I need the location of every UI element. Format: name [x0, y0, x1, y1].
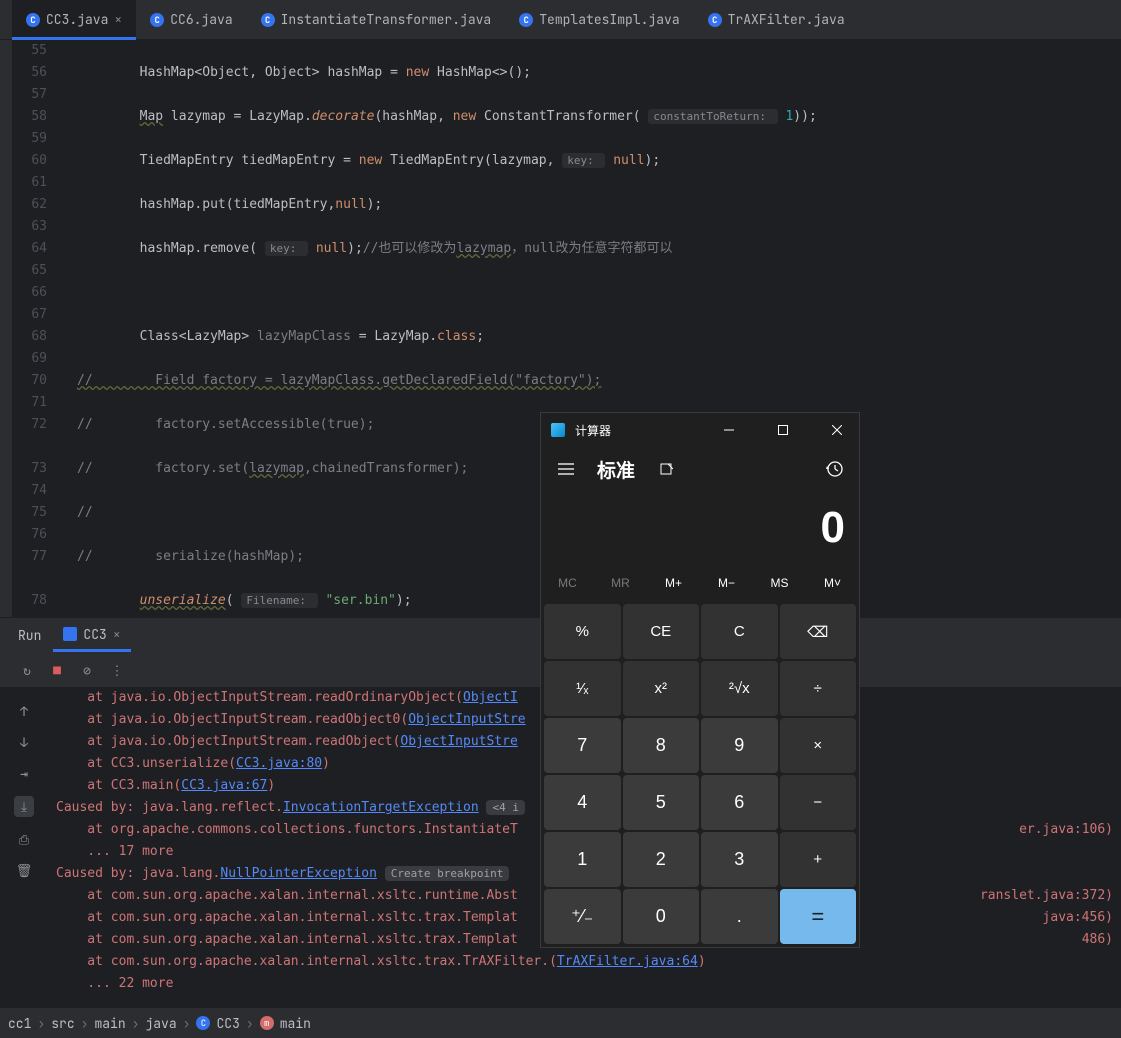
down-icon[interactable]: ↓: [14, 734, 34, 751]
calculator-mode-label: 标准: [597, 456, 635, 483]
java-class-icon: C: [708, 13, 722, 27]
calculator-app-icon: [551, 423, 565, 437]
key-4[interactable]: 4: [544, 775, 621, 830]
key-3[interactable]: 3: [701, 832, 778, 887]
java-class-icon: C: [150, 13, 164, 27]
key-1[interactable]: 1: [544, 832, 621, 887]
breadcrumb-item[interactable]: src: [51, 1015, 74, 1032]
tab-cc3[interactable]: C CC3.java ×: [12, 0, 136, 40]
calculator-memory-bar: MCMRM+M−MSM˅: [541, 565, 859, 601]
calculator-keypad: %CEC⌫ ¹⁄ₓx²²√x÷ 789× 456− 123+ ⁺⁄₋0.=: [541, 601, 859, 947]
up-icon[interactable]: ↑: [14, 703, 34, 720]
soft-wrap-icon[interactable]: ⇥: [14, 765, 34, 782]
key-+[interactable]: +: [780, 832, 857, 887]
run-tab-label: CC3: [83, 626, 106, 643]
console-side-toolbar: ↑ ↓ ⇥ ⤓ ⎙ 🗑: [0, 687, 48, 1007]
calculator-window[interactable]: 计算器 标准 0 MCMRM+M−MSM˅ %CEC⌫ ¹⁄ₓx²²√x÷ 789×…: [540, 412, 860, 948]
close-button[interactable]: [815, 413, 859, 447]
java-class-icon: C: [196, 1016, 210, 1030]
minimize-button[interactable]: [707, 413, 751, 447]
calculator-mode-bar: 标准: [541, 447, 859, 491]
tab-label: CC6.java: [170, 11, 232, 28]
history-icon[interactable]: [817, 460, 851, 478]
trash-icon[interactable]: 🗑: [14, 862, 34, 879]
breadcrumb: cc1› src› main› java› C CC3› m main: [0, 1007, 1121, 1038]
key-⁺⁄₋[interactable]: ⁺⁄₋: [544, 889, 621, 944]
key-⌫[interactable]: ⌫: [780, 604, 857, 659]
close-icon[interactable]: ×: [114, 11, 122, 28]
key-2[interactable]: 2: [623, 832, 700, 887]
editor-tabs: C CC3.java × C CC6.java C InstantiateTra…: [0, 0, 1121, 40]
run-label: Run: [18, 627, 41, 644]
key-CE[interactable]: CE: [623, 604, 700, 659]
stop-icon[interactable]: ■: [48, 661, 66, 679]
memory-m˅[interactable]: M˅: [806, 565, 859, 601]
key-9[interactable]: 9: [701, 718, 778, 773]
scroll-end-icon[interactable]: ⤓: [14, 796, 34, 817]
print-icon[interactable]: ⎙: [14, 831, 34, 848]
key-7[interactable]: 7: [544, 718, 621, 773]
key-C[interactable]: C: [701, 604, 778, 659]
tab-traxfilter[interactable]: C TrAXFilter.java: [694, 0, 859, 40]
tab-templatesimpl[interactable]: C TemplatesImpl.java: [505, 0, 693, 40]
calculator-display: 0: [541, 491, 859, 565]
memory-m−[interactable]: M−: [700, 565, 753, 601]
tab-label: TemplatesImpl.java: [539, 11, 679, 28]
memory-m+[interactable]: M+: [647, 565, 700, 601]
java-class-icon: C: [261, 13, 275, 27]
java-class-icon: C: [519, 13, 533, 27]
key-=[interactable]: =: [780, 889, 857, 944]
run-tab-cc3[interactable]: CC3 ×: [53, 620, 130, 652]
memory-ms[interactable]: MS: [753, 565, 806, 601]
key-8[interactable]: 8: [623, 718, 700, 773]
breadcrumb-item[interactable]: cc1: [8, 1015, 31, 1032]
tab-label: InstantiateTransformer.java: [281, 11, 492, 28]
key-÷[interactable]: ÷: [780, 661, 857, 716]
breadcrumb-item[interactable]: java: [145, 1015, 176, 1032]
tab-cc6[interactable]: C CC6.java: [136, 0, 246, 40]
key-0[interactable]: 0: [623, 889, 700, 944]
key-×[interactable]: ×: [780, 718, 857, 773]
memory-mc[interactable]: MC: [541, 565, 594, 601]
memory-mr[interactable]: MR: [594, 565, 647, 601]
key-x²[interactable]: x²: [623, 661, 700, 716]
key-6[interactable]: 6: [701, 775, 778, 830]
calculator-titlebar[interactable]: 计算器: [541, 413, 859, 447]
key-¹⁄ₓ[interactable]: ¹⁄ₓ: [544, 661, 621, 716]
tab-label: CC3.java: [46, 11, 108, 28]
rerun-icon[interactable]: ↻: [18, 661, 36, 679]
run-config-icon: [63, 627, 77, 641]
dashboard-icon[interactable]: ⊘: [78, 661, 96, 679]
breadcrumb-item[interactable]: main: [94, 1015, 125, 1032]
calculator-title: 计算器: [575, 422, 697, 439]
more-icon[interactable]: ⋮: [108, 661, 126, 679]
java-class-icon: C: [26, 13, 40, 27]
key-5[interactable]: 5: [623, 775, 700, 830]
tab-label: TrAXFilter.java: [728, 11, 845, 28]
pin-icon[interactable]: [649, 462, 683, 476]
menu-icon[interactable]: [549, 463, 583, 475]
method-icon: m: [260, 1016, 274, 1030]
line-gutter: 5556575859606162636465666768697071727374…: [12, 40, 57, 617]
close-icon[interactable]: ×: [113, 626, 121, 643]
maximize-button[interactable]: [761, 413, 805, 447]
tab-instantiatetransformer[interactable]: C InstantiateTransformer.java: [247, 0, 506, 40]
key-.[interactable]: .: [701, 889, 778, 944]
key-²√x[interactable]: ²√x: [701, 661, 778, 716]
breadcrumb-item[interactable]: main: [280, 1015, 311, 1032]
breadcrumb-item[interactable]: CC3: [216, 1015, 239, 1032]
key-%[interactable]: %: [544, 604, 621, 659]
key-−[interactable]: −: [780, 775, 857, 830]
